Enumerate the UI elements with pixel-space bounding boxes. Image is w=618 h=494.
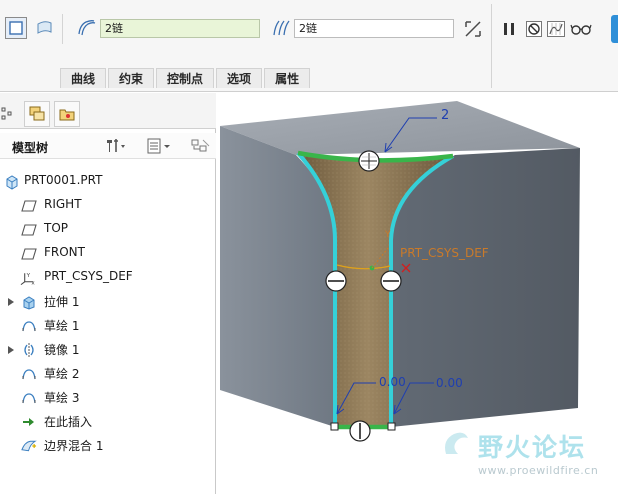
- surface-flag-button[interactable]: [34, 17, 56, 39]
- block-right-face: [390, 148, 580, 427]
- tree-item-label: 拉伸 1: [44, 295, 80, 309]
- extrude-icon: [20, 293, 37, 310]
- tree-item-label: PRT_CSYS_DEF: [44, 269, 133, 283]
- tree-item[interactable]: 草绘 1: [0, 313, 216, 337]
- tree-item-label: 边界混合 1: [44, 439, 104, 453]
- sketch-icon: [20, 389, 37, 406]
- csys-name-label: PRT_CSYS_DEF: [400, 246, 489, 260]
- watermark-logo: [440, 426, 474, 460]
- surface-patch-icon: [37, 21, 52, 34]
- navigator-panel: 模型树 PRT0001.PRT RIGHT TOP FRONT Yx PRT_CSYS_…: [0, 93, 216, 494]
- tree-item[interactable]: 边界混合 1: [0, 433, 216, 457]
- tree-item-label: 草绘 1: [44, 319, 80, 333]
- layers-icon: [29, 106, 45, 121]
- tree-item-label: 草绘 2: [44, 367, 80, 381]
- tab-constraints[interactable]: 约束: [108, 68, 155, 88]
- navigator-collapse-grip[interactable]: [0, 105, 14, 123]
- left-bottom-anchor[interactable]: [330, 422, 339, 431]
- ribbon: 2链 2链 曲线 约束 控制点 选项 属性: [0, 0, 618, 92]
- tree-item[interactable]: 在此插入: [0, 409, 216, 433]
- tab-properties[interactable]: 属性: [264, 68, 311, 88]
- right-bottom-anchor[interactable]: [387, 422, 396, 431]
- model-tree-title: 模型树: [12, 141, 49, 155]
- tree-item[interactable]: 镜像 1: [0, 337, 216, 361]
- tree-item-label: TOP: [44, 221, 69, 235]
- mesh-preview-icon: [547, 21, 565, 37]
- prohibited-icon: [526, 21, 542, 37]
- tab-favorites[interactable]: [54, 101, 80, 127]
- watermark-text: 野火论坛: [478, 433, 587, 462]
- right-middle-handle[interactable]: [380, 270, 402, 292]
- watermark-url: www.proewildfire.cn: [478, 464, 599, 477]
- glasses-icon: [570, 24, 592, 35]
- folder-star-icon: [59, 109, 75, 121]
- sketch-icon: [20, 317, 37, 334]
- svg-text:x: x: [31, 280, 35, 285]
- part-icon: [3, 173, 20, 190]
- tree-item[interactable]: FRONT: [0, 241, 216, 265]
- tree-item[interactable]: 草绘 3: [0, 385, 216, 409]
- pause-button[interactable]: [498, 18, 520, 40]
- surface-square-icon: [9, 21, 23, 35]
- tree-item[interactable]: Yx PRT_CSYS_DEF: [0, 265, 216, 289]
- bottom-handle[interactable]: [349, 420, 371, 442]
- sketch-icon: [20, 365, 37, 382]
- tree-settings-icon[interactable]: [104, 137, 126, 158]
- tree-item-label: RIGHT: [44, 197, 82, 211]
- insert-here-arrow-icon: [20, 413, 37, 430]
- ribbon-separator: [491, 4, 492, 88]
- first-direction-chain-field[interactable]: 2链: [100, 19, 260, 38]
- model-tree: PRT0001.PRT RIGHT TOP FRONT Yx PRT_CSYS_DEF 拉…: [0, 169, 216, 457]
- tab-control-points[interactable]: 控制点: [156, 68, 215, 88]
- mirror-icon: [20, 341, 37, 358]
- coordinate-system-icon: Yx: [20, 269, 37, 286]
- tab-curves[interactable]: 曲线: [60, 68, 107, 88]
- no-preview-button[interactable]: [523, 18, 545, 40]
- expand-arrow-icon[interactable]: [7, 296, 15, 306]
- tree-item[interactable]: 拉伸 1: [0, 289, 216, 313]
- tree-items: RIGHT TOP FRONT Yx PRT_CSYS_DEF 拉伸 1 草绘 1 镜像 1 草…: [0, 193, 216, 457]
- tree-item-label: FRONT: [44, 245, 85, 259]
- ribbon-tab-bar: 曲线 约束 控制点 选项 属性: [60, 68, 312, 88]
- expand-arrow-icon[interactable]: [7, 344, 15, 354]
- surface-mode-button[interactable]: [5, 17, 27, 39]
- tree-filter-icon[interactable]: [190, 137, 212, 158]
- svg-text:Y: Y: [26, 273, 31, 279]
- tab-options[interactable]: 选项: [216, 68, 263, 88]
- tree-item-label: 在此插入: [44, 415, 93, 429]
- tree-item-label: 草绘 3: [44, 391, 80, 405]
- glasses-preview-button[interactable]: [570, 18, 592, 40]
- second-direction-chain-field[interactable]: 2链: [294, 19, 454, 38]
- boundary-blend-icon: [20, 437, 37, 454]
- tangent-value-right[interactable]: 0.00: [436, 376, 463, 390]
- preview-mesh-button[interactable]: [545, 18, 567, 40]
- resize-arrows-button[interactable]: [462, 18, 484, 40]
- first-direction-chain-icon[interactable]: [75, 17, 97, 39]
- model-tree-header: 模型树: [0, 133, 216, 159]
- show-list-icon[interactable]: [146, 137, 172, 158]
- tree-item[interactable]: RIGHT: [0, 193, 216, 217]
- datum-plane-icon: [20, 197, 37, 214]
- tree-root-part[interactable]: PRT0001.PRT: [0, 169, 216, 193]
- datum-plane-icon: [20, 221, 37, 238]
- top-handle[interactable]: [358, 150, 380, 172]
- tree-root-label: PRT0001.PRT: [24, 173, 103, 187]
- second-direction-chain-icon[interactable]: [269, 17, 291, 39]
- forum-swirl-icon: [445, 432, 468, 454]
- tab-layers[interactable]: [24, 101, 50, 127]
- tree-item[interactable]: 草绘 2: [0, 361, 216, 385]
- pause-icon: [504, 23, 514, 35]
- left-middle-handle[interactable]: [325, 270, 347, 292]
- tree-grid-icon: [1, 107, 12, 120]
- diagonal-arrows-icon: [465, 21, 481, 37]
- navigator-tabs: [0, 93, 216, 129]
- ribbon-separator: [62, 14, 63, 44]
- csys-axis-label: Y: [385, 230, 391, 240]
- tangent-value-left[interactable]: 0.00: [379, 375, 406, 389]
- tree-item[interactable]: TOP: [0, 217, 216, 241]
- chain-count-label[interactable]: 2: [441, 108, 449, 123]
- datum-plane-icon: [20, 245, 37, 262]
- ok-check-button[interactable]: [611, 15, 618, 43]
- tree-item-label: 镜像 1: [44, 343, 80, 357]
